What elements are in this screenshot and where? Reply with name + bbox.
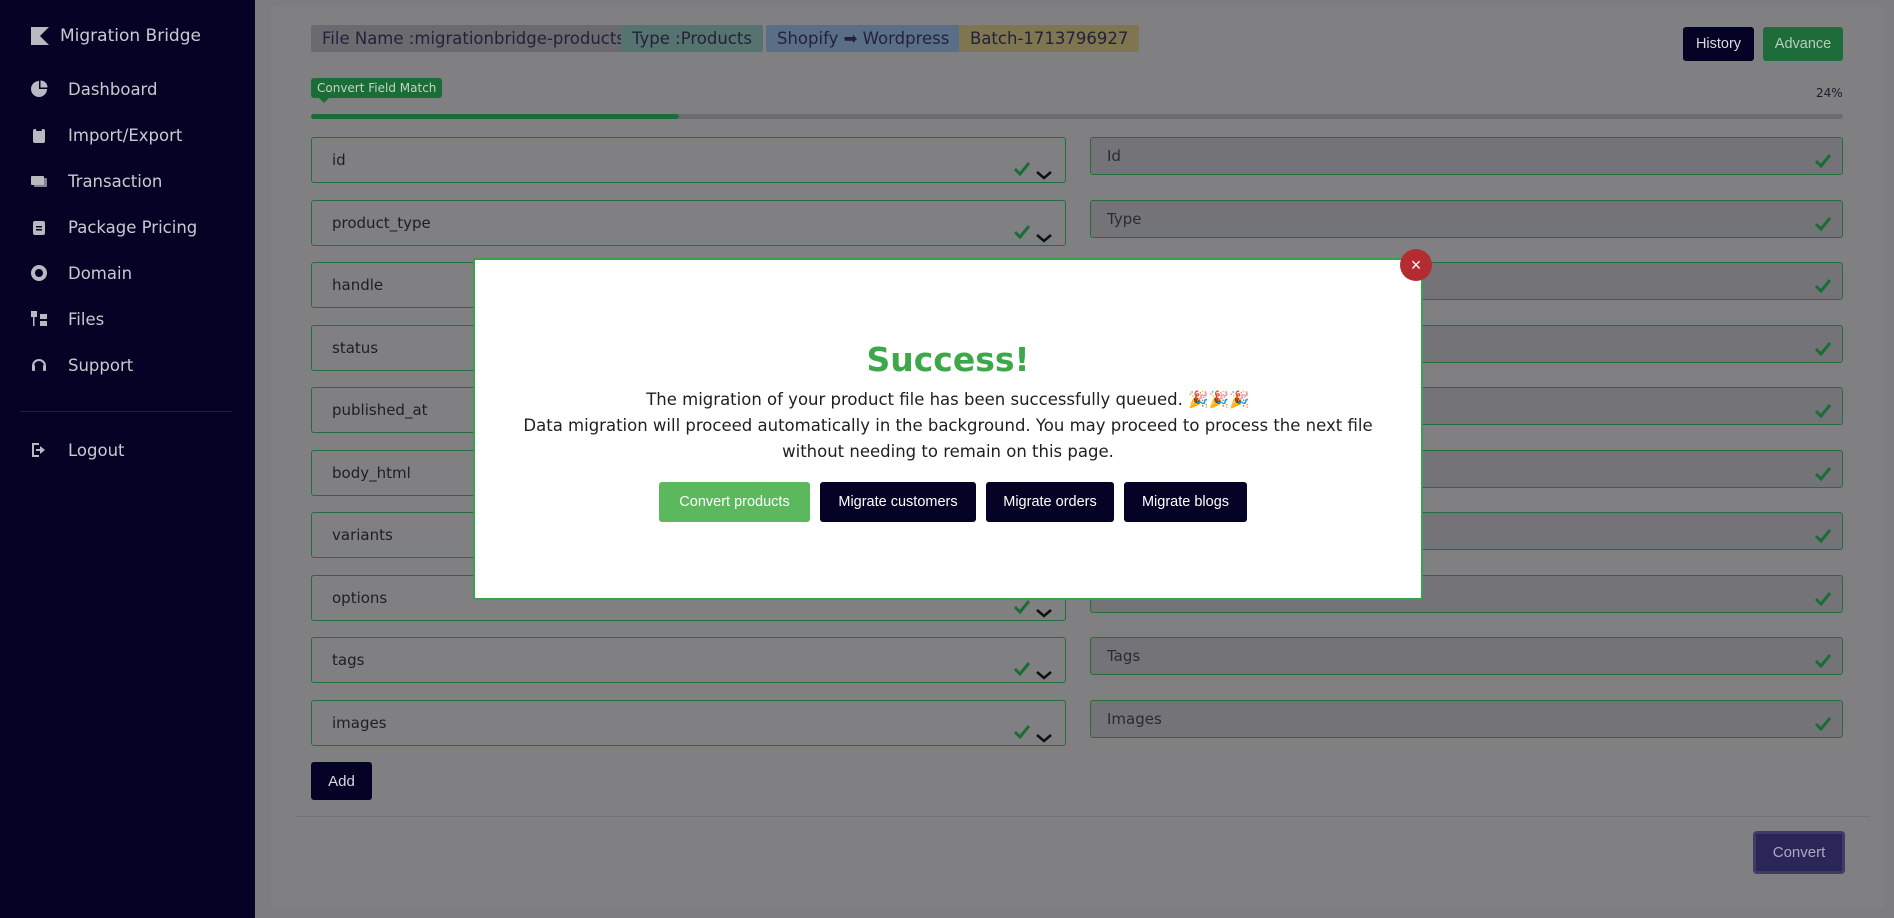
check-icon <box>1814 272 1832 294</box>
chevron-down-icon[interactable] <box>1035 717 1053 743</box>
sidebar-item-dashboard[interactable]: Dashboard <box>0 66 255 112</box>
success-modal: Success! The migration of your product f… <box>473 258 1423 600</box>
sidebar-item-support[interactable]: Support <box>0 342 255 388</box>
convert-button[interactable]: Convert <box>1753 831 1845 874</box>
chevron-down-icon[interactable] <box>1035 154 1053 180</box>
check-icon <box>1814 460 1832 482</box>
money-icon <box>31 176 47 187</box>
check-icon <box>1814 522 1832 544</box>
sidebar-item-label: Files <box>68 309 105 329</box>
sidebar-divider <box>20 411 232 412</box>
modal-message-line-1: The migration of your product file has b… <box>646 390 1250 409</box>
progress-percent: 24% <box>1816 86 1843 100</box>
sidebar: Migration Bridge Dashboard Import/Export… <box>0 0 255 918</box>
target-field-input[interactable]: Type <box>1090 200 1843 238</box>
sidebar-item-logout[interactable]: Logout <box>0 427 255 473</box>
source-field-select[interactable]: product_type <box>311 200 1066 246</box>
sidebar-item-label: Dashboard <box>68 79 158 99</box>
target-field-input[interactable]: Tags <box>1090 637 1843 675</box>
sidebar-item-label: Import/Export <box>68 125 183 145</box>
migrate-blogs-button[interactable]: Migrate blogs <box>1124 482 1247 522</box>
sidebar-item-label: Domain <box>68 263 133 283</box>
check-icon <box>1814 335 1832 357</box>
target-field-input[interactable]: Images <box>1090 700 1843 738</box>
footer-divider <box>295 816 1870 817</box>
file-name-badge: File Name :migrationbridge-products <box>311 25 636 52</box>
check-icon <box>1013 714 1031 740</box>
source-field-select[interactable]: images <box>311 700 1066 746</box>
history-button[interactable]: History <box>1683 27 1754 61</box>
logo-icon <box>31 27 49 45</box>
source-field-value: variants <box>332 526 393 544</box>
source-field-value: handle <box>332 276 384 294</box>
logout-icon <box>32 443 45 457</box>
sidebar-item-label: Transaction <box>68 171 163 191</box>
sidebar-item-import-export[interactable]: Import/Export <box>0 112 255 158</box>
sidebar-item-transaction[interactable]: Transaction <box>0 158 255 204</box>
target-field-value: Type <box>1107 210 1142 228</box>
source-field-value: options <box>332 589 388 607</box>
add-button[interactable]: Add <box>311 762 372 800</box>
folder-tree-icon <box>31 311 47 326</box>
source-field-select[interactable]: id <box>311 137 1066 183</box>
chevron-down-icon[interactable] <box>1035 217 1053 243</box>
sidebar-item-domain[interactable]: Domain <box>0 250 255 296</box>
clipboard-list-icon <box>33 221 45 235</box>
source-field-value: product_type <box>332 214 431 232</box>
sidebar-item-files[interactable]: Files <box>0 296 255 342</box>
brand[interactable]: Migration Bridge <box>30 26 201 46</box>
modal-message-line-2: Data migration will proceed automaticall… <box>523 416 1373 435</box>
type-badge: Type :Products <box>621 25 763 52</box>
route-badge: Shopify ➡ Wordpress <box>766 25 961 52</box>
headset-icon <box>32 359 46 371</box>
advance-button[interactable]: Advance <box>1763 27 1843 61</box>
chevron-down-icon[interactable] <box>1035 654 1053 680</box>
sidebar-item-label: Logout <box>68 440 125 460</box>
check-icon <box>1814 397 1832 419</box>
check-icon <box>1814 147 1832 169</box>
source-field-value: id <box>332 151 346 169</box>
migrate-orders-button[interactable]: Migrate orders <box>986 482 1114 522</box>
source-field-select[interactable]: tags <box>311 637 1066 683</box>
modal-message-line-3: without needing to remain on this page. <box>782 442 1114 461</box>
source-field-value: body_html <box>332 464 411 482</box>
target-field-input[interactable]: Id <box>1090 137 1843 175</box>
check-icon <box>1814 585 1832 607</box>
check-icon <box>1013 214 1031 240</box>
convert-products-button[interactable]: Convert products <box>659 482 810 522</box>
sidebar-item-label: Support <box>68 355 134 375</box>
check-icon <box>1013 651 1031 677</box>
sidebar-nav: Dashboard Import/Export Transaction Pack… <box>0 66 255 388</box>
pie-chart-icon <box>31 80 48 97</box>
migrate-customers-button[interactable]: Migrate customers <box>820 482 976 522</box>
modal-title: Success! <box>866 340 1030 379</box>
clipboard-icon <box>33 127 45 143</box>
source-field-value: images <box>332 714 387 732</box>
sidebar-item-label: Package Pricing <box>68 217 198 237</box>
progress-bar <box>311 114 1843 119</box>
target-field-value: Images <box>1107 710 1162 728</box>
close-icon[interactable]: × <box>1400 249 1432 281</box>
sidebar-item-package-pricing[interactable]: Package Pricing <box>0 204 255 250</box>
check-icon <box>1814 210 1832 232</box>
batch-badge: Batch-1713796927 <box>959 25 1140 52</box>
globe-icon <box>31 265 47 281</box>
source-field-value: published_at <box>332 401 428 419</box>
brand-name: Migration Bridge <box>60 26 201 46</box>
check-icon <box>1013 151 1031 177</box>
progress-fill <box>311 114 679 119</box>
progress-label: Convert Field Match <box>311 78 443 103</box>
target-field-value: Id <box>1107 147 1121 165</box>
source-field-value: status <box>332 339 379 357</box>
check-icon <box>1814 710 1832 732</box>
source-field-value: tags <box>332 651 365 669</box>
check-icon <box>1814 647 1832 669</box>
target-field-value: Tags <box>1107 647 1141 665</box>
